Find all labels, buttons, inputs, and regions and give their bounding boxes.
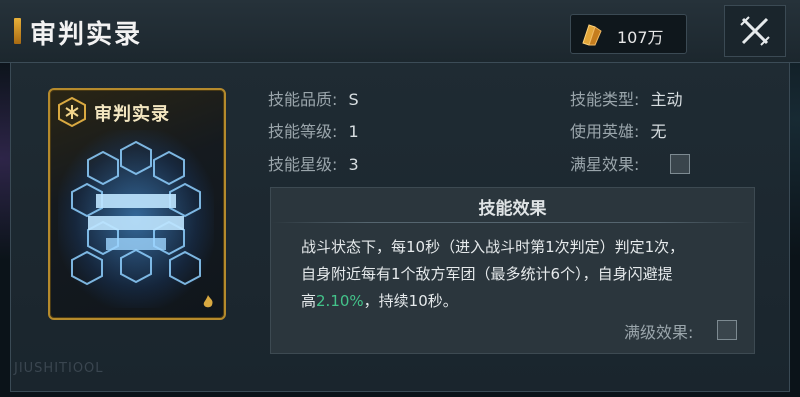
- effect-title: 技能效果: [478, 199, 547, 219]
- crystal-icon: [582, 24, 602, 46]
- flame-icon: [203, 295, 213, 308]
- currency-value: 107万: [617, 28, 664, 47]
- level-value: 1: [348, 122, 359, 141]
- hero-label: 使用英雄:: [570, 122, 640, 141]
- type-row: 技能类型: 主动: [570, 86, 683, 110]
- star-row: 技能星级: 3: [268, 151, 359, 175]
- effect-line-2: 自身附近每有1个敌方军团（最多统计6个），自身闪避提: [301, 265, 673, 283]
- fullstar-label: 满星效果:: [570, 155, 640, 174]
- level-row: 技能等级: 1: [268, 118, 359, 142]
- header-bar: 审判实录 107万: [0, 0, 800, 63]
- effect-line-3-post: ，持续10秒。: [363, 292, 458, 310]
- effect-line-3: 高2.10%，持续10秒。: [301, 288, 741, 315]
- watermark: JIUSHITIOOL: [14, 361, 104, 376]
- effect-box: 技能效果 战斗状态下，每10秒（进入战斗时第1次判定）判定1次， 自身附近每有1…: [270, 187, 755, 354]
- currency-display[interactable]: 107万: [570, 14, 687, 54]
- level-label: 技能等级:: [268, 122, 338, 141]
- type-label: 技能类型:: [570, 90, 640, 109]
- quality-value: S: [348, 90, 359, 109]
- hero-value: 无: [650, 122, 667, 141]
- skill-badge-icon: [58, 96, 86, 128]
- effect-description: 战斗状态下，每10秒（进入战斗时第1次判定）判定1次， 自身附近每有1个敌方军团…: [301, 234, 741, 315]
- maxlevel-checkbox[interactable]: [717, 320, 737, 340]
- close-button[interactable]: [724, 5, 786, 57]
- close-icon: [740, 16, 770, 46]
- hexagon-art-icon: [71, 140, 201, 286]
- quality-label: 技能品质:: [268, 90, 338, 109]
- page-title: 审判实录: [30, 20, 143, 50]
- title-accent-bar: [14, 18, 21, 44]
- type-value: 主动: [650, 90, 683, 109]
- effect-line-1: 战斗状态下，每10秒（进入战斗时第1次判定）判定1次，: [301, 238, 685, 256]
- hero-row: 使用英雄: 无: [570, 118, 667, 142]
- effect-percent: 2.10%: [316, 292, 364, 310]
- maxlevel-label: 满级效果:: [624, 323, 694, 342]
- star-label: 技能星级:: [268, 155, 338, 174]
- fullstar-row: 满星效果:: [570, 151, 639, 175]
- skill-card: 审判实录: [48, 88, 226, 320]
- quality-row: 技能品质: S: [268, 86, 359, 110]
- effect-line-3-pre: 高: [301, 292, 317, 310]
- card-title: 审判实录: [94, 104, 170, 125]
- fullstar-checkbox[interactable]: [670, 154, 690, 174]
- effect-divider: [271, 222, 754, 223]
- star-value: 3: [348, 155, 359, 174]
